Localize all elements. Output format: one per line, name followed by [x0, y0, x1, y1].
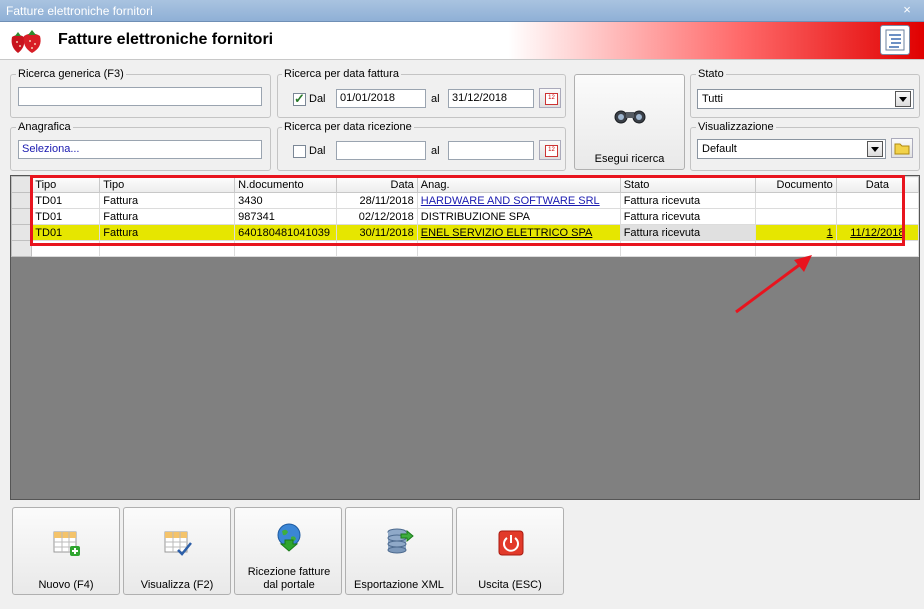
anagrafica-select[interactable]: Seleziona...: [18, 140, 262, 159]
window-title: Fatture elettroniche fornitori: [6, 4, 153, 18]
row-indicator: [10, 192, 33, 209]
report-list-icon[interactable]: [880, 25, 910, 55]
globe-download-icon: [277, 523, 301, 552]
page-title: Fatture elettroniche fornitori: [58, 31, 274, 48]
column-header[interactable]: Tipo: [31, 176, 101, 193]
strawberries-icon: [11, 30, 41, 53]
cell-documento: [754, 192, 837, 209]
cell-tipo2: Fattura: [99, 224, 236, 241]
column-header[interactable]: Documento: [754, 176, 837, 193]
cell-documento-link[interactable]: 1: [754, 224, 837, 241]
invoice-date-to[interactable]: 31/12/2018: [448, 89, 534, 108]
cell-data: 28/11/2018: [335, 192, 418, 209]
column-header[interactable]: N.documento: [234, 176, 337, 193]
database-export-icon: [387, 528, 414, 554]
close-icon[interactable]: ×: [898, 2, 916, 18]
binoculars-icon: [614, 110, 646, 124]
cell-anag[interactable]: DISTRIBUZIONE SPA: [416, 208, 621, 225]
table-row[interactable]: TD01 Fattura 987341 02/12/2018 DISTRIBUZ…: [10, 208, 920, 225]
row-indicator: [10, 240, 33, 257]
cell-tipo: TD01: [31, 224, 101, 241]
view-grid-icon: [164, 531, 192, 556]
receipt-date-checkbox[interactable]: [293, 145, 306, 158]
receipt-dal-label: Dal: [309, 145, 326, 157]
column-header[interactable]: Anag.: [416, 176, 621, 193]
state-value: Tutti: [702, 93, 723, 105]
xml-export-label: Esportazione XML: [354, 579, 444, 591]
cell-stato: Fattura ricevuta: [619, 192, 756, 209]
anagrafica-label: Anagrafica: [16, 121, 73, 133]
cell-tipo: TD01: [31, 208, 101, 225]
exit-button-label: Uscita (ESC): [478, 579, 542, 591]
view-value: Default: [702, 143, 737, 155]
cell-stato: Fattura ricevuta: [619, 224, 756, 241]
row-indicator: [10, 208, 33, 225]
cell-tipo: TD01: [31, 192, 101, 209]
row-indicator: [10, 224, 33, 241]
invoice-date-label: Ricerca per data fattura: [282, 68, 401, 80]
new-grid-icon: [53, 531, 80, 556]
receipt-date-from[interactable]: [336, 141, 426, 160]
run-search-button[interactable]: Esegui ricerca: [574, 74, 685, 170]
row-indicator-header: [10, 176, 33, 193]
xml-export-button[interactable]: Esportazione XML: [345, 507, 453, 595]
table-row-selected[interactable]: TD01 Fattura 640180481041039 30/11/2018 …: [10, 224, 920, 241]
receipt-al-label: al: [431, 145, 440, 157]
window-titlebar: Fatture elettroniche fornitori ×: [0, 0, 924, 22]
column-header[interactable]: Tipo: [99, 176, 236, 193]
cell-data2-link[interactable]: 11/12/2018: [835, 224, 920, 241]
generic-search-label: Ricerca generica (F3): [16, 68, 126, 80]
generic-search-input[interactable]: [18, 87, 262, 106]
table-row-empty[interactable]: [10, 240, 920, 257]
view-button-label: Visualizza (F2): [140, 579, 214, 591]
cell-ndoc: 3430: [234, 192, 337, 209]
state-label: Stato: [696, 68, 726, 80]
new-button[interactable]: Nuovo (F4): [12, 507, 120, 595]
run-search-label: Esegui ricerca: [594, 153, 665, 165]
page-header: Fatture elettroniche fornitori: [0, 22, 924, 60]
new-button-label: Nuovo (F4): [38, 579, 94, 591]
invoice-date-from[interactable]: 01/01/2018: [336, 89, 426, 108]
table-header-row: Tipo Tipo N.documento Data Anag. Stato D…: [10, 176, 920, 193]
cell-stato: Fattura ricevuta: [619, 208, 756, 225]
cell-tipo2: Fattura: [99, 192, 236, 209]
cell-data: 30/11/2018: [335, 224, 418, 241]
cell-data2: [835, 192, 920, 209]
column-header[interactable]: Data: [835, 176, 920, 193]
power-icon: [498, 530, 524, 556]
table-row[interactable]: TD01 Fattura 3430 28/11/2018 HARDWARE AN…: [10, 192, 920, 209]
cell-documento: [754, 208, 837, 225]
receipt-date-label: Ricerca per data ricezione: [282, 121, 414, 133]
view-button[interactable]: Visualizza (F2): [123, 507, 231, 595]
cell-ndoc: 640180481041039: [234, 224, 337, 241]
calendar-icon[interactable]: [539, 140, 561, 160]
chevron-down-icon[interactable]: [867, 141, 883, 157]
receipt-date-to[interactable]: [448, 141, 534, 160]
receive-invoices-button[interactable]: Ricezione fatture dal portale: [234, 507, 342, 595]
view-label: Visualizzazione: [696, 121, 776, 133]
invoice-al-label: al: [431, 93, 440, 105]
cell-anag-link[interactable]: HARDWARE AND SOFTWARE SRL: [416, 192, 621, 209]
exit-button[interactable]: Uscita (ESC): [456, 507, 564, 595]
invoice-dal-label: Dal: [309, 93, 326, 105]
receive-invoices-label: Ricezione fatture dal portale: [247, 566, 331, 591]
cell-tipo2: Fattura: [99, 208, 236, 225]
folder-icon[interactable]: [891, 138, 913, 158]
invoice-grid: Tipo Tipo N.documento Data Anag. Stato D…: [10, 175, 920, 500]
state-dropdown[interactable]: Tutti: [697, 89, 914, 109]
invoice-date-checkbox[interactable]: [293, 91, 306, 107]
view-dropdown[interactable]: Default: [697, 139, 886, 159]
column-header[interactable]: Stato: [619, 176, 756, 193]
invoice-table: Tipo Tipo N.documento Data Anag. Stato D…: [10, 176, 920, 257]
footer-toolbar: Nuovo (F4) Visualizza (F2) Ricezione fat…: [0, 500, 924, 609]
chevron-down-icon[interactable]: [895, 91, 911, 107]
cell-data2: [835, 208, 920, 225]
calendar-icon[interactable]: [539, 88, 561, 108]
cell-data: 02/12/2018: [335, 208, 418, 225]
cell-anag-link[interactable]: ENEL SERVIZIO ELETTRICO SPA: [416, 224, 621, 241]
cell-ndoc: 987341: [234, 208, 337, 225]
column-header[interactable]: Data: [335, 176, 418, 193]
